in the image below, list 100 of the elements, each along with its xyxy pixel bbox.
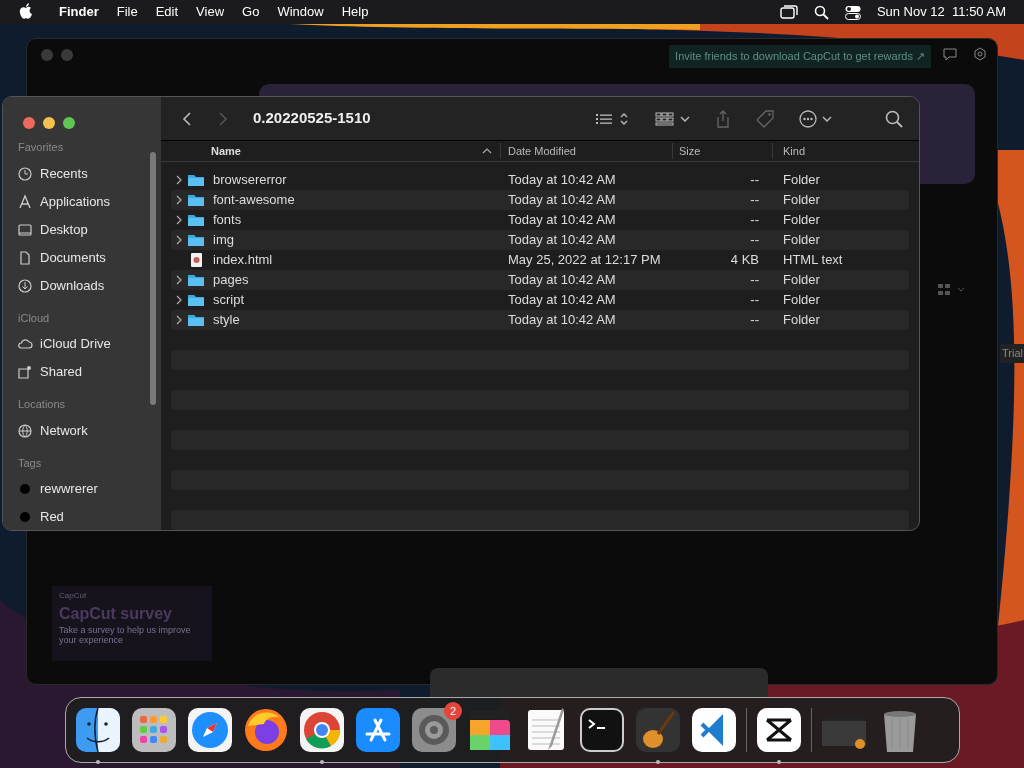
folder-icon (187, 173, 205, 187)
file-name: img (213, 231, 234, 250)
menu-item[interactable]: Help (332, 2, 378, 22)
sidebar-item[interactable]: Desktop (17, 215, 161, 244)
size-cell-text: -- (749, 291, 760, 310)
kind-cell-text: Folder (782, 311, 820, 330)
date-cell-text: Today at 10:42 AM (507, 271, 617, 290)
tag-icon[interactable] (755, 108, 775, 129)
apps-icon (17, 193, 33, 210)
file-name: index.html (213, 251, 273, 270)
section-heading: Favorites (18, 140, 65, 155)
finder-icon[interactable] (74, 706, 122, 754)
file-row[interactable]: browsererror Today at 10:42 AM -- Folder (171, 170, 909, 190)
app-store-icon[interactable] (354, 706, 402, 754)
file-row[interactable]: script Today at 10:42 AM -- Folder (171, 290, 909, 310)
search-icon[interactable] (813, 4, 829, 20)
desktop-icon (17, 221, 33, 238)
compass-icon[interactable] (186, 706, 234, 754)
back-icon[interactable] (181, 110, 193, 127)
survey-text: Take a survey to help us improve your experience (59, 626, 192, 646)
date-cell-text: Today at 10:42 AM (507, 311, 617, 330)
file-name: script (213, 291, 245, 310)
folder-icon (187, 213, 205, 227)
column-header[interactable]: Name (171, 143, 501, 160)
file-name: pages (213, 271, 249, 290)
more-icon[interactable] (799, 109, 833, 128)
minimize-button[interactable] (43, 117, 55, 129)
file-row[interactable]: img Today at 10:42 AM -- Folder (171, 230, 909, 250)
date-cell-text: Today at 10:42 AM (507, 191, 617, 210)
share-icon[interactable] (715, 109, 731, 128)
folder-icon (187, 233, 205, 247)
trial-label: Trial (1000, 344, 1024, 363)
column-header[interactable]: Kind (773, 143, 806, 160)
window-icon[interactable] (779, 5, 798, 19)
section-heading: Locations (18, 397, 67, 412)
message-icon[interactable] (943, 47, 957, 61)
section-heading: iCloud (18, 310, 51, 326)
folder-icon (187, 313, 205, 327)
file-row[interactable]: font-awesome Today at 10:42 AM -- Folder (171, 190, 909, 210)
sidebar-item[interactable]: iCloud Drive (17, 330, 161, 358)
notification-badge: 2 (444, 702, 462, 720)
file-row[interactable]: fonts Today at 10:42 AM -- Folder (171, 210, 909, 230)
date-cell-text: Today at 10:42 AM (507, 171, 617, 190)
folder-icon (187, 193, 205, 207)
size-cell-text: -- (749, 311, 760, 330)
date-cell-text: May 25, 2022 at 12:17 PM (507, 251, 662, 270)
menu-item[interactable]: Edit (146, 2, 188, 22)
capcut-icon[interactable] (755, 706, 803, 754)
menu-item[interactable]: Finder (50, 2, 108, 22)
date-cell-text: Today at 10:42 AM (507, 291, 617, 310)
kind-cell-text: Folder (782, 271, 820, 290)
kind-cell-text: Folder (782, 191, 820, 210)
menu-item[interactable]: Go (233, 2, 269, 22)
column-header[interactable]: Size (673, 143, 773, 160)
file-name: browsererror (213, 171, 287, 190)
download-icon (17, 277, 33, 294)
kind-cell-text: Folder (782, 231, 820, 250)
survey-card[interactable]: CapCut CapCut survey Take a survey to help us improve your experience (52, 586, 212, 661)
scrollbar[interactable] (150, 152, 156, 405)
close-button[interactable] (23, 117, 35, 129)
toggle-icon[interactable] (844, 4, 861, 20)
guitar-icon[interactable] (634, 706, 682, 754)
column-header[interactable]: Date Modified (501, 143, 673, 160)
brand-label: CapCut (59, 590, 88, 602)
code-editor-icon[interactable] (690, 706, 738, 754)
size-cell-text: -- (749, 211, 760, 230)
sidebar-item[interactable]: Recents (17, 159, 161, 188)
file-row[interactable]: style Today at 10:42 AM -- Folder (171, 310, 909, 330)
sidebar-item[interactable]: Shared (17, 358, 161, 386)
file-row[interactable]: index.html May 25, 2022 at 12:17 PM 4 KB HTML text (171, 250, 909, 270)
grid-view-icon[interactable] (655, 110, 691, 127)
sidebar-item[interactable]: Documents (17, 243, 161, 272)
date-cell-text: Today at 10:42 AM (507, 211, 617, 230)
clock-icon (17, 165, 33, 182)
invite-banner[interactable]: Invite friends to download CapCut to get rewards ↗ (669, 45, 931, 68)
apple-icon[interactable] (18, 3, 34, 21)
tag-dot (17, 481, 33, 497)
document-icon (17, 249, 33, 266)
file-row[interactable]: pages Today at 10:42 AM -- Folder (171, 270, 909, 290)
sidebar-item[interactable]: rewwrerer (17, 475, 161, 503)
menu-item[interactable]: Window (268, 2, 333, 22)
sidebar-item[interactable]: Red (17, 503, 161, 530)
zoom-button[interactable] (63, 117, 75, 129)
sidebar-item[interactable]: Network (17, 416, 161, 445)
settings-icon[interactable] (973, 47, 987, 61)
terminal-icon[interactable] (578, 706, 626, 754)
app-grid-icon[interactable] (130, 706, 178, 754)
file-name: font-awesome (213, 191, 295, 210)
gear-icon[interactable] (410, 706, 458, 754)
cloud-icon (17, 336, 33, 352)
sidebar-item[interactable]: Applications (17, 187, 161, 216)
sidebar-item[interactable]: Downloads (17, 271, 161, 300)
menu-item[interactable]: File (107, 2, 147, 22)
kind-cell-text: Folder (782, 171, 820, 190)
folder-icon (187, 273, 205, 287)
search-icon[interactable] (885, 109, 903, 128)
kind-cell-text: Folder (782, 211, 820, 230)
menu-item[interactable]: View (187, 2, 234, 22)
size-cell-text: -- (749, 271, 760, 290)
fox-globe-icon[interactable] (242, 706, 290, 754)
